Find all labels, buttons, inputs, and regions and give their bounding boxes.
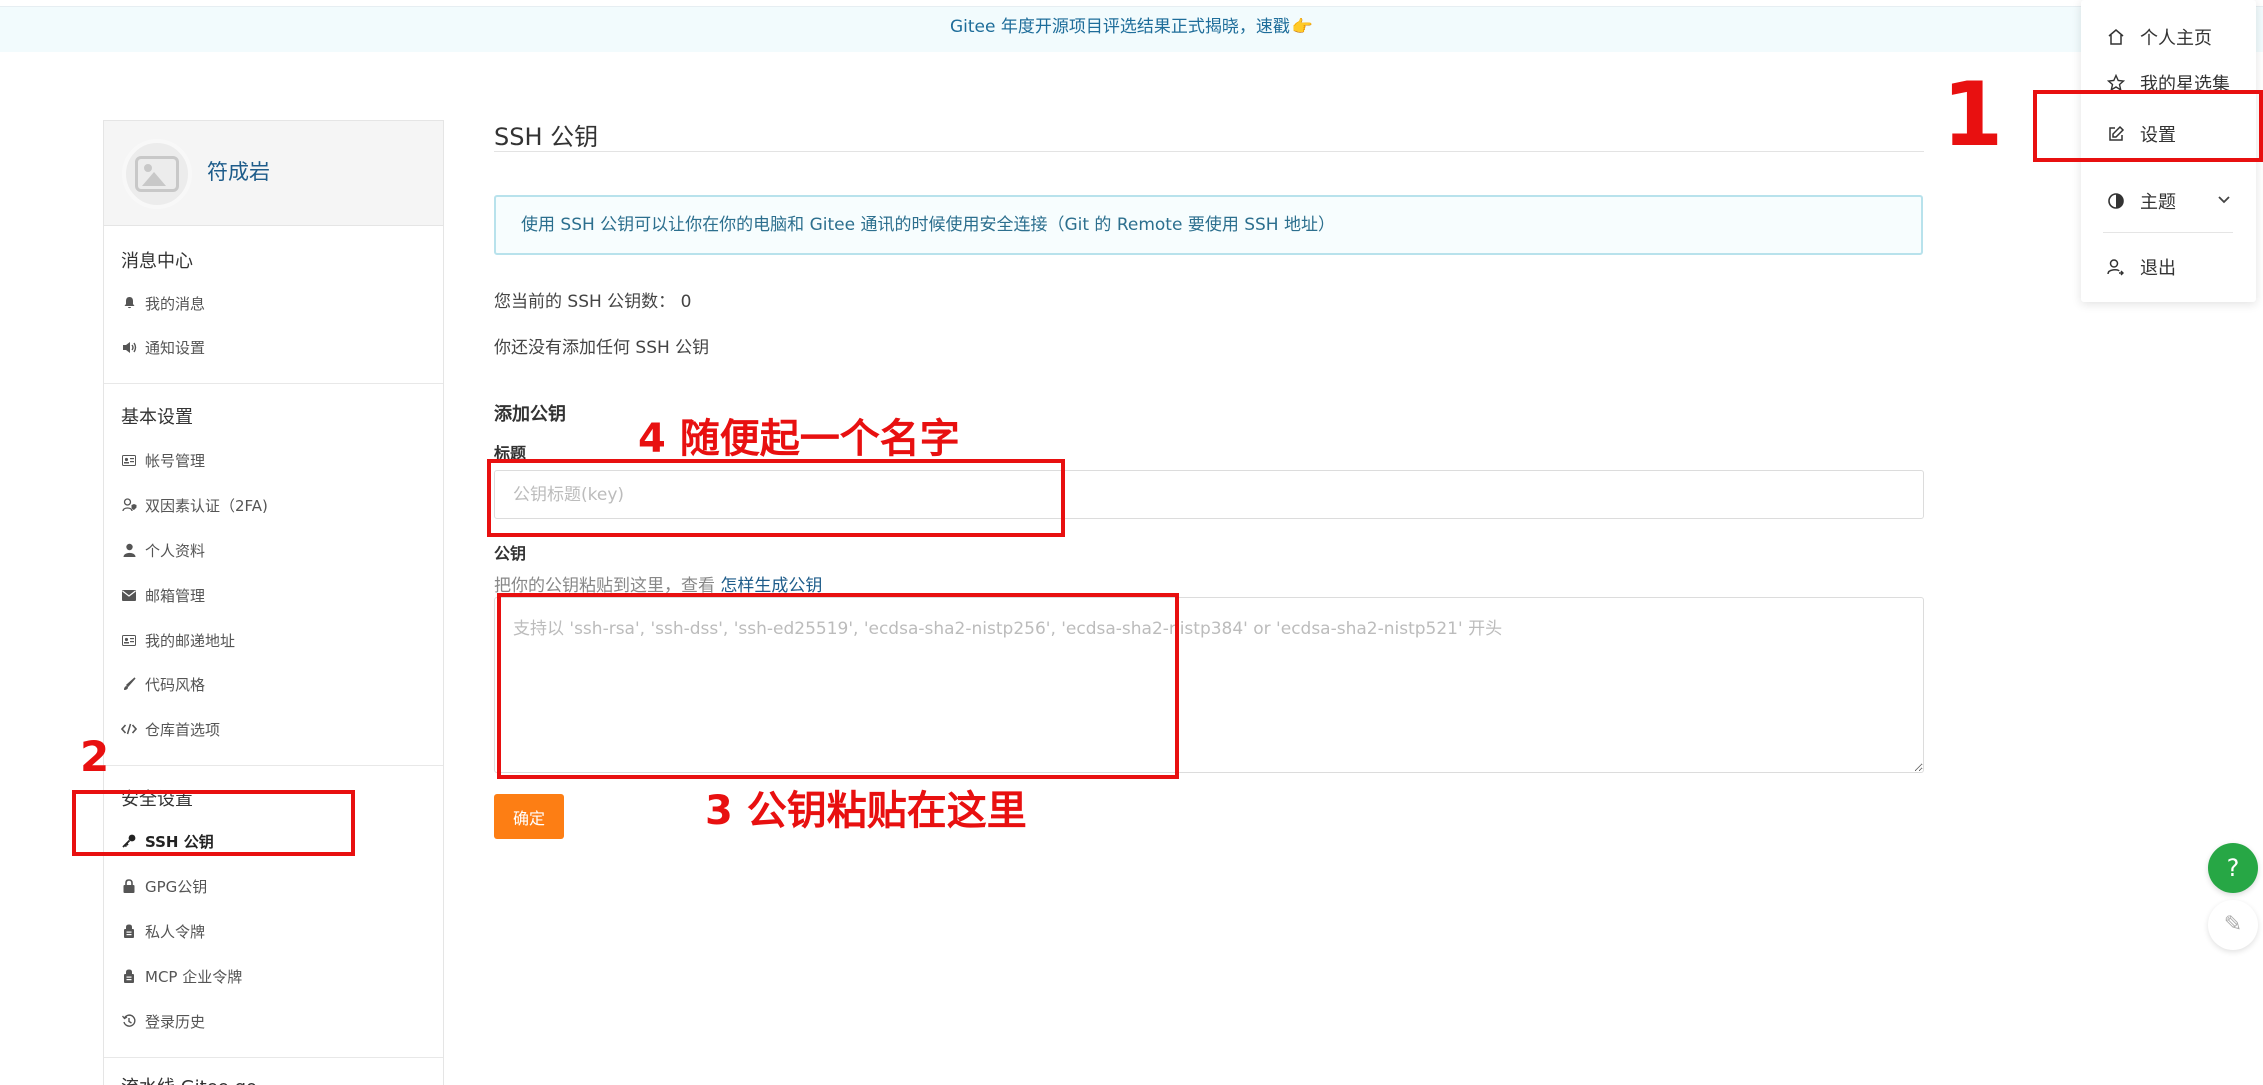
history-icon (121, 1013, 137, 1029)
help-button[interactable]: ? (2208, 843, 2258, 893)
annotation-box-key-textarea (497, 593, 1179, 779)
annotation-box-settings (2033, 90, 2263, 162)
divider (104, 383, 443, 384)
sidebar-item-gpg-keys[interactable]: GPG公钥 (121, 874, 207, 898)
title-divider (494, 151, 1924, 152)
sidebar-item-label: MCP 企业令牌 (145, 967, 243, 986)
sidebar-item-code-style[interactable]: 代码风格 (121, 672, 205, 696)
sidebar-item-profile[interactable]: 个人资料 (121, 538, 205, 562)
empty-keys-message: 你还没有添加任何 SSH 公钥 (494, 338, 710, 358)
address-card-icon (121, 632, 137, 648)
logout-icon (2106, 257, 2126, 277)
feedback-edit-button[interactable]: ✎ (2208, 900, 2258, 950)
dropdown-item-homepage[interactable]: 个人主页 (2106, 24, 2212, 50)
annotation-step-3: 3 公钥粘贴在这里 (705, 788, 1027, 834)
annotation-box-title-input (487, 459, 1065, 537)
sidebar-item-label: 双因素认证（2FA) (145, 496, 268, 515)
page-title: SSH 公钥 (494, 123, 599, 151)
group-title-messages: 消息中心 (121, 251, 193, 272)
bell-icon (121, 295, 137, 311)
id-card-icon (121, 452, 137, 468)
profile-card: 符成岩 (104, 121, 443, 226)
sidebar-item-my-messages[interactable]: 我的消息 (121, 291, 205, 315)
sidebar-item-label: 个人资料 (145, 541, 206, 560)
announcement-banner[interactable]: Gitee 年度开源项目评选结果正式揭晓，速戳 👉 (0, 6, 2263, 52)
add-key-heading: 添加公钥 (494, 404, 566, 425)
banner-text: Gitee 年度开源项目评选结果正式揭晓，速戳 (949, 17, 1290, 37)
sidebar-item-label: 登录历史 (145, 1012, 206, 1031)
sidebar-item-label: 代码风格 (145, 675, 206, 694)
sidebar-item-mcp-tokens[interactable]: MCP 企业令牌 (121, 964, 242, 988)
sidebar-item-label: 帐号管理 (145, 451, 206, 470)
sidebar-item-email[interactable]: 邮箱管理 (121, 583, 205, 607)
lock-icon (121, 878, 137, 894)
sidebar-item-label: GPG公钥 (145, 877, 208, 896)
dropdown-divider (2103, 232, 2233, 233)
image-placeholder-icon (135, 156, 179, 192)
sidebar-item-private-tokens[interactable]: 私人令牌 (121, 919, 205, 943)
username[interactable]: 符成岩 (207, 156, 270, 186)
sidebar-item-label: 我的消息 (145, 294, 206, 313)
sidebar-item-label: 邮箱管理 (145, 586, 206, 605)
annotation-step-1: 1 (1942, 63, 2004, 166)
sidebar-item-account[interactable]: 帐号管理 (121, 448, 205, 472)
settings-sidebar: 符成岩 消息中心 我的消息 通知设置 基本设置 帐号管理 双因素认证（2FA) … (103, 120, 444, 1085)
avatar[interactable] (122, 139, 192, 209)
ssh-key-count: 您当前的 SSH 公钥数： 0 (494, 292, 692, 312)
theme-icon (2106, 191, 2126, 211)
group-title-basic: 基本设置 (121, 407, 193, 428)
pointing-hand-icon: 👉 (1291, 17, 1314, 37)
envelope-icon (121, 587, 137, 603)
chevron-down-icon (2217, 190, 2231, 209)
sidebar-item-login-history[interactable]: 登录历史 (121, 1009, 205, 1033)
sidebar-item-notification-settings[interactable]: 通知设置 (121, 335, 205, 359)
divider (104, 1057, 443, 1058)
token-icon (121, 923, 137, 939)
code-icon (121, 721, 137, 737)
info-message: 使用 SSH 公钥可以让你在你的电脑和 Gitee 通讯的时候使用安全连接（Gi… (494, 195, 1923, 255)
dropdown-item-logout[interactable]: 退出 (2106, 254, 2176, 280)
brush-icon (121, 676, 137, 692)
volume-icon (121, 339, 137, 355)
dropdown-item-label: 退出 (2140, 258, 2176, 279)
confirm-button[interactable]: 确定 (494, 794, 564, 839)
annotation-box-ssh (72, 790, 355, 856)
token-icon (121, 968, 137, 984)
dropdown-item-theme[interactable]: 主题 (2106, 188, 2176, 214)
user-shield-icon (121, 497, 137, 513)
user-icon (121, 542, 137, 558)
dropdown-item-label: 主题 (2140, 192, 2176, 213)
sidebar-item-label: 仓库首选项 (145, 720, 221, 739)
sidebar-item-label: 通知设置 (145, 338, 206, 357)
dropdown-item-label: 个人主页 (2140, 28, 2212, 49)
divider (104, 765, 443, 766)
annotation-step-2: 2 (80, 732, 110, 781)
home-icon (2106, 27, 2126, 47)
group-title-pipeline: 流水线 Gitee go (121, 1073, 257, 1085)
sidebar-item-repo-preferences[interactable]: 仓库首选项 (121, 717, 220, 741)
sidebar-item-label: 我的邮递地址 (145, 631, 236, 650)
sidebar-item-address[interactable]: 我的邮递地址 (121, 628, 235, 652)
sidebar-item-2fa[interactable]: 双因素认证（2FA) (121, 493, 268, 517)
key-label: 公钥 (494, 544, 527, 563)
sidebar-item-label: 私人令牌 (145, 922, 206, 941)
annotation-step-4: 4 随便起一个名字 (638, 416, 960, 462)
